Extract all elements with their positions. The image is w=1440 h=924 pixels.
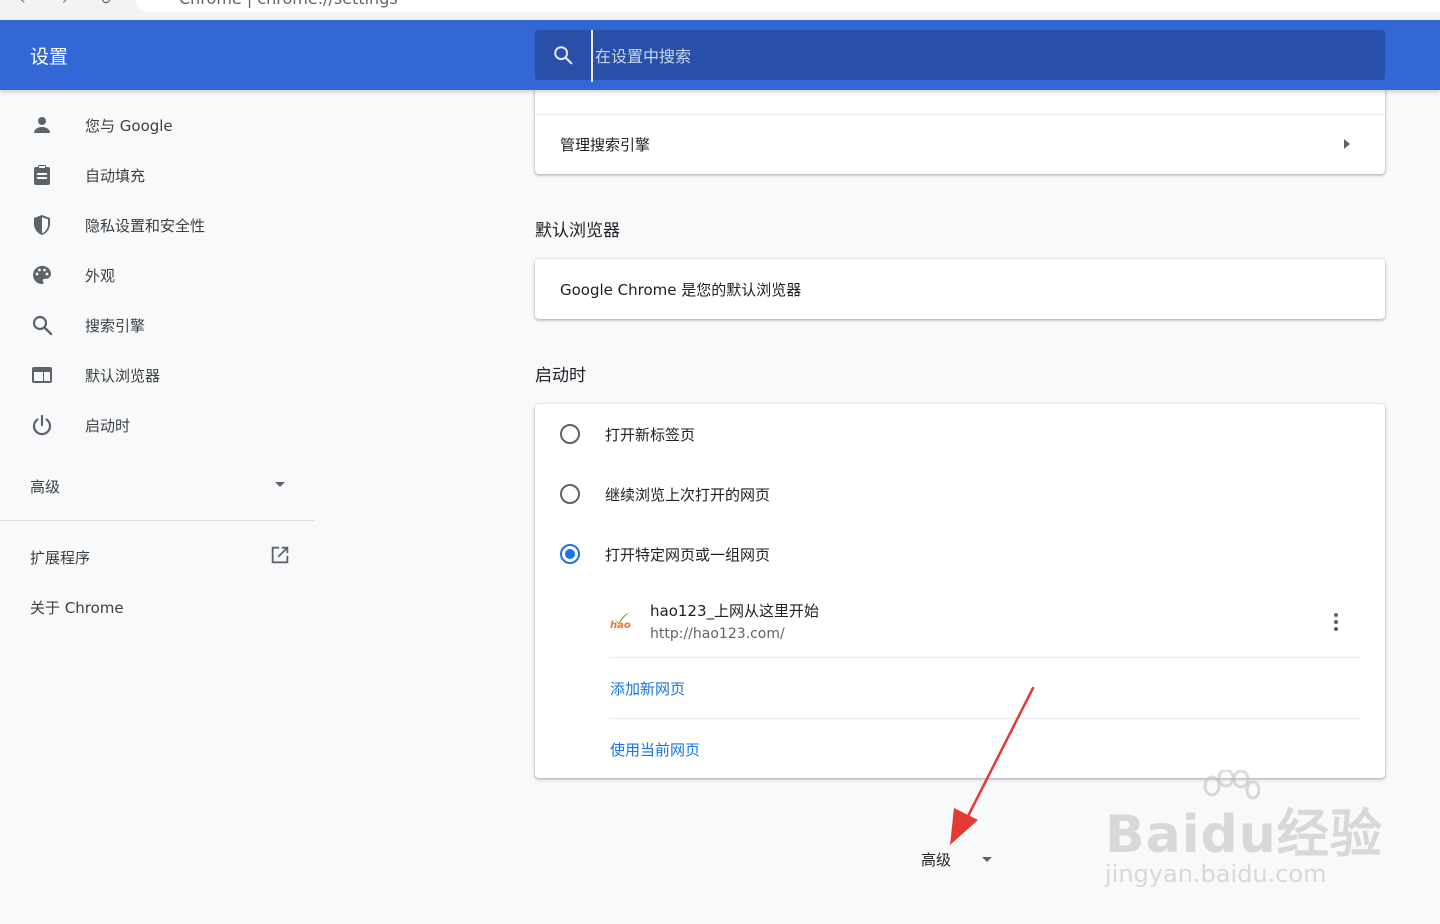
more-vert-icon[interactable] — [1333, 612, 1339, 632]
startup-option-label: 打开新标签页 — [605, 426, 696, 444]
startup-page-url: http://hao123.com/ — [650, 626, 785, 642]
forward-icon[interactable]: › — [62, 0, 68, 8]
sidebar-item-label: 搜索引擎 — [85, 317, 146, 335]
radio-button[interactable] — [560, 484, 580, 504]
back-icon[interactable]: ‹ — [20, 0, 26, 8]
sidebar-divider — [0, 520, 314, 521]
open-in-new-icon — [271, 546, 289, 564]
default-browser-section-title: 默认浏览器 — [535, 221, 620, 241]
sidebar-item-label: 默认浏览器 — [85, 367, 161, 385]
sidebar-item-search-engine[interactable]: 搜索引擎 — [0, 300, 314, 350]
shield-icon — [34, 215, 50, 235]
startup-section-title: 启动时 — [535, 366, 586, 386]
sidebar-item-privacy[interactable]: 隐私设置和安全性 — [0, 200, 314, 250]
manage-search-engines-row[interactable]: 管理搜索引擎 — [535, 114, 1385, 174]
startup-option-new-tab[interactable]: 打开新标签页 — [535, 404, 1385, 464]
sidebar-item-extensions[interactable]: 扩展程序 — [0, 531, 314, 581]
startup-option-label: 继续浏览上次打开的网页 — [605, 486, 771, 504]
sidebar-item-default-browser[interactable]: 默认浏览器 — [0, 350, 314, 400]
annotation-arrow-icon — [950, 686, 1035, 845]
sidebar-advanced-label: 高级 — [30, 478, 61, 496]
baidu-jingyan-watermark: Baidu经验 jingyan.baidu.com — [1105, 770, 1385, 900]
sidebar-item-label: 外观 — [85, 267, 116, 285]
sidebar-item-about-chrome[interactable]: 关于 Chrome — [0, 581, 314, 631]
row-divider — [609, 657, 1360, 658]
sidebar-item-label: 隐私设置和安全性 — [85, 217, 206, 235]
browser-toolbar: ‹ › ↻ Chrome | chrome://settings — [0, 0, 1440, 21]
favicon-text: hao — [610, 620, 631, 631]
sidebar: 您与 Google 自动填充 隐私设置和安全性 外观 搜索引擎 默认浏览器 启动… — [0, 90, 314, 924]
palette-icon — [32, 265, 51, 284]
sidebar-item-autofill[interactable]: 自动填充 — [0, 150, 314, 200]
startup-option-specific-pages[interactable]: 打开特定网页或一组网页 — [535, 524, 1385, 584]
startup-page-entry: hao hao123_上网从这里开始 http://hao123.com/ — [609, 590, 1360, 657]
reload-icon[interactable]: ↻ — [100, 0, 112, 8]
sidebar-item-label: 您与 Google — [85, 117, 173, 135]
clipboard-icon — [34, 165, 50, 185]
watermark-logo: Baidu经验 — [1105, 805, 1383, 865]
browser-window-icon — [32, 367, 52, 383]
search-input[interactable] — [591, 30, 1357, 82]
sidebar-item-label: 启动时 — [85, 417, 131, 435]
hao123-favicon: hao — [609, 611, 633, 635]
person-icon — [34, 117, 50, 133]
watermark-url: jingyan.baidu.com — [1105, 860, 1327, 888]
startup-page-title: hao123_上网从这里开始 — [650, 602, 820, 620]
search-box[interactable] — [535, 30, 1385, 82]
sidebar-advanced-toggle[interactable]: 高级 — [0, 460, 314, 510]
address-text: Chrome | chrome://settings — [179, 0, 398, 8]
sidebar-extensions-label: 扩展程序 — [30, 549, 91, 567]
sidebar-item-label: 自动填充 — [85, 167, 146, 185]
radio-button-selected[interactable] — [560, 544, 580, 564]
sidebar-item-appearance[interactable]: 外观 — [0, 250, 314, 300]
sidebar-item-you-and-google[interactable]: 您与 Google — [0, 100, 314, 150]
default-browser-status: Google Chrome 是您的默认浏览器 — [560, 281, 802, 299]
power-icon — [32, 414, 52, 436]
add-new-page-link[interactable]: 添加新网页 — [610, 678, 685, 699]
sidebar-about-label: 关于 Chrome — [30, 599, 124, 617]
page-title: 设置 — [30, 46, 69, 68]
startup-option-label: 打开特定网页或一组网页 — [605, 546, 771, 564]
default-browser-card: Google Chrome 是您的默认浏览器 — [535, 259, 1385, 319]
search-icon — [554, 46, 573, 65]
caret-down-icon — [275, 482, 285, 487]
settings-header: 设置 — [0, 20, 1440, 90]
startup-option-continue[interactable]: 继续浏览上次打开的网页 — [535, 464, 1385, 524]
manage-search-engines-label: 管理搜索引擎 — [560, 136, 651, 154]
sidebar-item-on-startup[interactable]: 启动时 — [0, 400, 314, 450]
address-bar[interactable]: Chrome | chrome://settings — [135, 0, 1440, 12]
radio-button[interactable] — [560, 424, 580, 444]
search-icon — [32, 315, 53, 336]
caret-down-icon[interactable] — [981, 856, 993, 864]
chevron-right-icon — [1344, 139, 1350, 149]
use-current-pages-link[interactable]: 使用当前网页 — [610, 739, 700, 760]
